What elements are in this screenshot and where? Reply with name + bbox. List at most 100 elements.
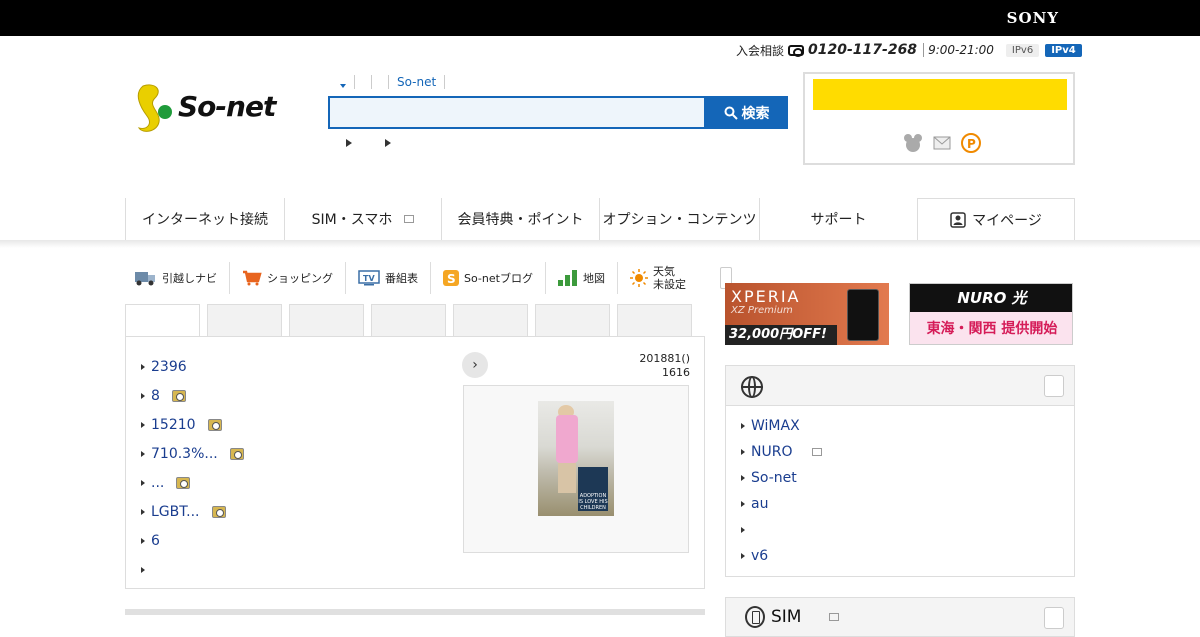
external-window-icon — [404, 215, 415, 223]
service-weather[interactable]: 天気 未設定 — [618, 262, 698, 294]
internet-list-item[interactable]: v6 — [741, 543, 822, 569]
news-item-text: 2396 — [151, 358, 187, 375]
news-item[interactable]: ... — [141, 468, 244, 497]
point-icon[interactable]: P — [961, 133, 981, 153]
nuro-ad-banner[interactable]: NURO 光 東海・関西 提供開始 — [909, 283, 1073, 345]
login-box: P — [803, 72, 1075, 165]
news-tab-3[interactable] — [289, 304, 364, 337]
internet-list-item[interactable]: WiMAX — [741, 413, 822, 439]
sim-panel-toggle[interactable] — [1044, 607, 1064, 629]
svg-text:TV: TV — [363, 274, 375, 283]
search-button[interactable]: 検索 — [705, 96, 788, 129]
tv-icon: TV — [358, 270, 380, 286]
camera-icon — [171, 389, 186, 402]
service-blog[interactable]: S So-netブログ — [431, 262, 546, 294]
sonet-logo[interactable]: So-net — [137, 84, 297, 134]
internet-list-item[interactable]: NURO — [741, 439, 823, 465]
ipv6-badge: IPv6 — [1005, 43, 1040, 57]
service-weather-label: 天気 — [652, 265, 675, 278]
nav-internet[interactable]: インターネット接続 — [125, 198, 284, 240]
news-item[interactable]: 2396 — [141, 352, 244, 381]
nav-mypage[interactable]: マイページ — [917, 198, 1075, 240]
xperia-ad-banner[interactable]: XPERIA XZ Premium 32,000円OFF! — [725, 283, 889, 345]
news-item[interactable]: LGBT... — [141, 497, 244, 526]
phone-icon — [745, 606, 765, 628]
news-item[interactable]: 6 — [141, 526, 244, 555]
internet-list-item-text: v6 — [751, 548, 769, 564]
news-item[interactable]: 8 — [141, 381, 244, 410]
service-bar: 引越しナビ ショッピング TV 番組表 S So-netブログ 地図 天気 未設… — [125, 262, 732, 294]
bullet-arrow-icon — [741, 553, 745, 559]
bullet-arrow-icon — [741, 423, 745, 429]
search-tab-sonet[interactable]: So-net — [389, 75, 446, 89]
nav-support[interactable]: サポート — [759, 198, 917, 240]
search-button-label: 検索 — [741, 105, 770, 122]
news-item[interactable]: 15210 — [141, 410, 244, 439]
service-map[interactable]: 地図 — [546, 262, 618, 294]
camera-icon — [229, 447, 244, 460]
internet-panel-toggle[interactable] — [1044, 375, 1064, 397]
news-tab-7[interactable] — [617, 304, 692, 337]
news-tab-6[interactable] — [535, 304, 610, 337]
bullet-arrow-icon — [141, 450, 145, 457]
member-icon[interactable] — [903, 133, 923, 153]
xperia-ad-offer: 32,000円OFF! — [725, 325, 837, 345]
sim-title[interactable]: SIM — [745, 606, 840, 628]
news-tab-2[interactable] — [207, 304, 282, 337]
search-input[interactable] — [328, 96, 706, 129]
nav-options[interactable]: オプション・コンテンツ — [599, 198, 759, 240]
search-option-2-arrow[interactable] — [385, 139, 391, 147]
news-date-line1: 201881() — [639, 352, 690, 365]
news-date: 201881() 1616 — [600, 352, 690, 380]
news-item[interactable] — [141, 555, 244, 584]
internet-list-item[interactable]: au — [741, 491, 822, 517]
camera-icon — [176, 476, 191, 489]
bullet-arrow-icon — [741, 527, 745, 533]
bullet-arrow-icon — [141, 479, 145, 486]
next-arrow-button[interactable]: › — [462, 352, 488, 378]
bullet-arrow-icon — [741, 501, 745, 507]
news-list: 2396 8 15210 710.3%...... LGBT... 6 — [141, 352, 244, 584]
news-date-line2: 1616 — [662, 366, 690, 379]
sim-title-label: SIM — [771, 607, 802, 627]
cart-icon — [243, 270, 262, 286]
xperia-phone-image — [847, 289, 879, 341]
news-tab-5[interactable] — [453, 304, 528, 337]
service-shopping-label: ショッピング — [267, 272, 333, 285]
internet-panel-header — [726, 366, 1074, 406]
bullet-arrow-icon — [141, 392, 145, 399]
sony-bar: SONY — [0, 0, 1200, 36]
internet-list-item[interactable]: So-net — [741, 465, 822, 491]
sony-logo[interactable]: SONY — [1007, 9, 1059, 27]
internet-list-item-text: WiMAX — [751, 418, 800, 434]
search-tab-3[interactable] — [372, 75, 389, 89]
mail-icon[interactable] — [933, 136, 951, 150]
service-shopping[interactable]: ショッピング — [230, 262, 346, 294]
nav-mypage-label: マイページ — [972, 212, 1042, 229]
news-photo[interactable]: ADOPTION IS LOVE HIS CHILDREN — [538, 401, 614, 516]
news-item[interactable]: 710.3%... — [141, 439, 244, 468]
contact-info: 入会相談 0120-117-268 9:00-21:00 IPv6 IPv4 — [736, 41, 1082, 59]
news-tab-4[interactable] — [371, 304, 446, 337]
service-moving[interactable]: 引越しナビ — [125, 262, 230, 294]
search-tab-web[interactable] — [332, 75, 355, 89]
search-option-1-arrow[interactable] — [346, 139, 352, 147]
sun-icon — [629, 269, 648, 287]
search-tab-2[interactable] — [355, 75, 372, 89]
nav-benefits[interactable]: 会員特典・ポイント — [441, 198, 599, 240]
camera-icon — [211, 505, 226, 518]
internet-list: WiMAX NURO So-net au v6 — [741, 413, 823, 569]
sonet-mark-icon — [137, 84, 172, 132]
news-tabs — [125, 304, 705, 337]
internet-list-item[interactable] — [741, 517, 822, 543]
contact-phone[interactable]: 0120-117-268 — [808, 42, 917, 58]
bullet-arrow-icon — [741, 475, 745, 481]
internet-list-item-text: NURO — [751, 444, 793, 460]
camera-icon — [207, 418, 222, 431]
news-item-text: LGBT... — [151, 503, 200, 520]
news-tab-1[interactable] — [125, 304, 200, 337]
service-tv[interactable]: TV 番組表 — [346, 262, 431, 294]
nav-sim[interactable]: SIM・スマホ — [284, 198, 441, 240]
photo-sign: ADOPTION IS LOVE HIS CHILDREN — [578, 467, 608, 511]
login-button[interactable] — [813, 79, 1067, 110]
